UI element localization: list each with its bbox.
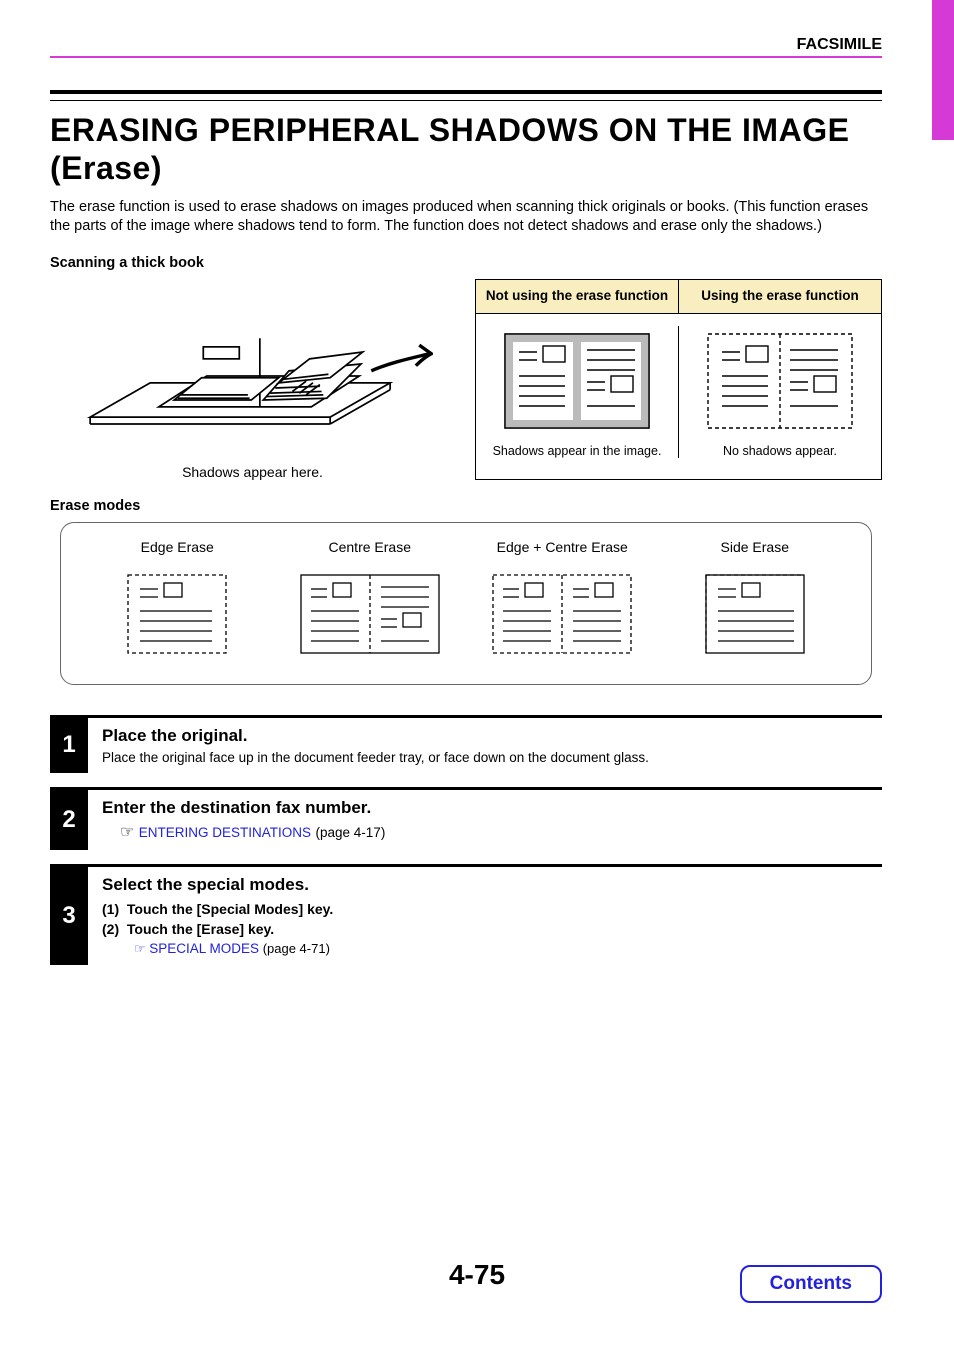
step-1-title: Place the original. <box>102 726 882 746</box>
result-with-shadow-icon <box>497 326 657 436</box>
rule-thin <box>50 100 882 101</box>
subhead-book: Scanning a thick book <box>50 255 882 271</box>
page-content: ERASING PERIPHERAL SHADOWS ON THE IMAGE … <box>50 90 882 979</box>
side-color-tab <box>932 0 954 140</box>
erase-modes-panel: Edge Erase Centre Erase <box>60 522 872 685</box>
step-1-text: Place the original face up in the docume… <box>102 750 882 765</box>
step-3-link[interactable]: SPECIAL MODES <box>149 941 259 956</box>
compare-head-right: Using the erase function <box>678 280 881 313</box>
mode-centre-icon <box>295 569 445 659</box>
header-section-label: FACSIMILE <box>50 36 882 58</box>
step-3-pageref: (page 4-71) <box>263 941 330 956</box>
mode-side-icon <box>700 569 810 659</box>
mode-edge: Edge Erase <box>81 539 274 664</box>
step-3-sub2: (2) Touch the [Erase] key. <box>102 921 882 937</box>
mode-edge-centre-icon <box>487 569 637 659</box>
contents-button[interactable]: Contents <box>740 1265 882 1303</box>
page-title: ERASING PERIPHERAL SHADOWS ON THE IMAGE … <box>50 111 882 188</box>
step-2-pageref: (page 4-17) <box>316 825 386 840</box>
step-2: 2 Enter the destination fax number. ☞ EN… <box>50 787 882 850</box>
step-2-number: 2 <box>50 790 88 850</box>
comparison-box: Not using the erase function Using the e… <box>475 279 882 480</box>
book-scan-illustration: Shadows appear here. <box>50 279 455 480</box>
mode-centre-label: Centre Erase <box>274 539 467 555</box>
step-2-title: Enter the destination fax number. <box>102 798 882 818</box>
step-3: 3 Select the special modes. (1) Touch th… <box>50 864 882 965</box>
step-1: 1 Place the original. Place the original… <box>50 715 882 773</box>
mode-edge-centre: Edge + Centre Erase <box>466 539 659 664</box>
result-no-shadow-icon <box>700 326 860 436</box>
compare-caption-right: No shadows appear. <box>717 444 843 458</box>
subhead-modes: Erase modes <box>50 498 882 514</box>
compare-caption-left: Shadows appear in the image. <box>487 444 668 458</box>
mode-edge-label: Edge Erase <box>81 539 274 555</box>
step-1-number: 1 <box>50 718 88 773</box>
mode-centre: Centre Erase <box>274 539 467 664</box>
mode-edge-centre-label: Edge + Centre Erase <box>466 539 659 555</box>
compare-head-left: Not using the erase function <box>476 280 678 313</box>
intro-paragraph: The erase function is used to erase shad… <box>50 198 882 237</box>
step-2-link[interactable]: ENTERING DESTINATIONS <box>139 825 311 840</box>
illustration-row: Shadows appear here. Not using the erase… <box>50 279 882 480</box>
mode-side: Side Erase <box>659 539 852 664</box>
rule-heavy <box>50 90 882 94</box>
step-3-number: 3 <box>50 867 88 965</box>
compare-cell-left: Shadows appear in the image. <box>476 326 678 458</box>
mode-edge-icon <box>122 569 232 659</box>
compare-cell-right: No shadows appear. <box>678 326 881 458</box>
step-3-title: Select the special modes. <box>102 875 882 895</box>
book-caption: Shadows appear here. <box>50 464 455 480</box>
step-3-sub1: (1) Touch the [Special Modes] key. <box>102 901 882 917</box>
mode-side-label: Side Erase <box>659 539 852 555</box>
book-scan-icon <box>73 285 433 455</box>
